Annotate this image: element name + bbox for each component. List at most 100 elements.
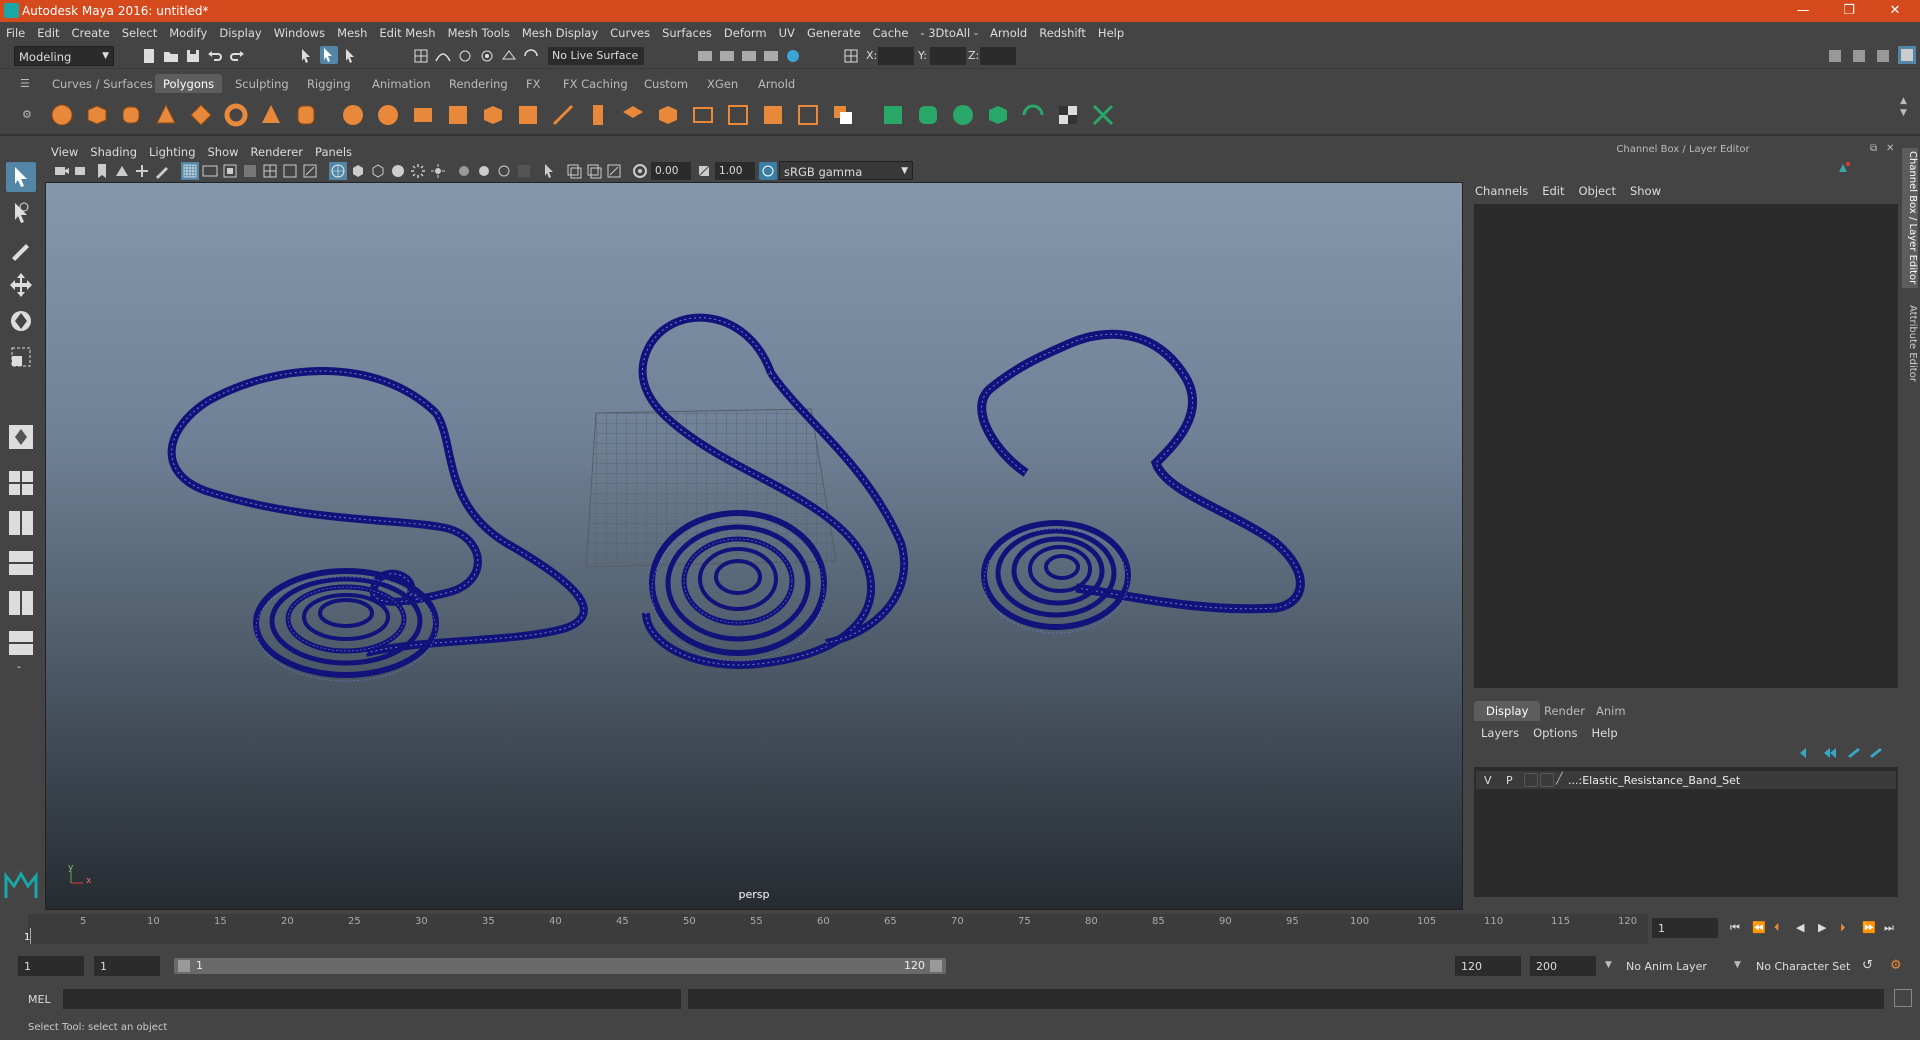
select-component-icon[interactable] [342, 47, 360, 65]
layer-color-swatch[interactable] [1540, 773, 1554, 787]
tab-channel-box-layer-editor[interactable]: Channel Box / Layer Editor [1902, 148, 1918, 288]
shelf-menu-icon[interactable]: ☰ [20, 77, 30, 90]
layer-name[interactable]: ...:Elastic_Resistance_Band_Set [1568, 774, 1740, 787]
textured-icon[interactable] [389, 162, 407, 180]
move-layer-down-icon[interactable] [1822, 746, 1838, 760]
persp-outliner-layout-icon[interactable] [6, 548, 36, 578]
view-transform-dropdown[interactable]: sRGB gamma ▼ [779, 161, 913, 180]
tab-fx[interactable]: FX [518, 74, 549, 93]
channel-object-menu[interactable]: Object [1572, 184, 1623, 198]
viewport-menu-view[interactable]: View [45, 142, 84, 159]
uv-checker-icon[interactable] [1055, 102, 1081, 128]
menu-edit[interactable]: Edit [31, 22, 65, 40]
new-empty-layer-icon[interactable] [1846, 746, 1862, 760]
current-frame-field[interactable]: 1 [1652, 918, 1718, 938]
chevron-down-icon[interactable]: ▼ [1734, 960, 1741, 970]
tab-fx-caching[interactable]: FX Caching [555, 74, 636, 93]
menu-help[interactable]: Help [1092, 22, 1130, 40]
grease-pencil-icon[interactable] [153, 162, 171, 180]
film-gate-icon[interactable] [201, 162, 219, 180]
layer-display-type-toggle[interactable] [1524, 773, 1538, 787]
tool-settings-toggle-icon[interactable] [1874, 47, 1892, 65]
xray-joints-icon[interactable] [605, 162, 623, 180]
multisample-aa-icon[interactable] [495, 162, 513, 180]
undo-icon[interactable] [206, 47, 224, 65]
menu-redshift[interactable]: Redshift [1033, 22, 1092, 40]
layers-menu[interactable]: Layers [1474, 726, 1526, 740]
menu-generate[interactable]: Generate [801, 22, 867, 40]
color-management-icon[interactable] [759, 162, 777, 180]
bridge-icon[interactable] [550, 102, 576, 128]
four-view-layout-icon[interactable] [6, 468, 36, 498]
tab-polygons[interactable]: Polygons [155, 74, 223, 93]
image-plane-icon[interactable] [113, 162, 131, 180]
combine-icon[interactable] [340, 102, 366, 128]
render-settings-icon[interactable] [762, 47, 780, 65]
range-end-handle[interactable] [930, 960, 942, 972]
poly-cube-icon[interactable] [84, 102, 110, 128]
redo-icon[interactable] [228, 47, 246, 65]
transform-constraint-icon[interactable] [842, 47, 860, 65]
snap-surface-icon[interactable] [500, 47, 518, 65]
range-bar[interactable]: 1 120 [174, 958, 946, 974]
extrude-icon[interactable] [480, 102, 506, 128]
tab-arnold[interactable]: Arnold [750, 74, 803, 93]
wireframe-shading-icon[interactable] [329, 162, 347, 180]
open-scene-icon[interactable] [162, 47, 180, 65]
shelf-options-icon[interactable]: ⚙ [22, 108, 32, 121]
bevel-icon[interactable] [515, 102, 541, 128]
play-forwards-icon[interactable]: ▶ [1818, 921, 1826, 934]
poly-pipe-icon[interactable] [293, 102, 319, 128]
camera-attributes-icon[interactable] [73, 162, 91, 180]
motion-blur-icon[interactable] [475, 162, 493, 180]
poly-plane-icon[interactable] [188, 102, 214, 128]
time-ruler[interactable]: 1 5 10 15 20 25 30 35 40 45 50 55 60 65 … [24, 914, 1648, 944]
menu-curves[interactable]: Curves [604, 22, 656, 40]
snap-live-icon[interactable] [522, 47, 540, 65]
isolate-select-icon[interactable] [541, 162, 559, 180]
uv-layout-icon[interactable] [1020, 102, 1046, 128]
menu-display[interactable]: Display [213, 22, 267, 40]
render-view-icon[interactable] [696, 47, 714, 65]
xray-active-components-icon[interactable] [585, 162, 603, 180]
separate-icon[interactable] [375, 102, 401, 128]
smooth-icon[interactable] [445, 102, 471, 128]
channel-box-toggle-icon[interactable] [1898, 46, 1916, 64]
insert-edge-loop-icon[interactable] [690, 102, 716, 128]
channel-box-settings-icon[interactable] [1836, 160, 1852, 176]
planar-uv-icon[interactable] [880, 102, 906, 128]
camera-select-icon[interactable] [53, 162, 71, 180]
menu-set-dropdown[interactable]: Modeling ▼ [14, 46, 114, 66]
menu-mesh-display[interactable]: Mesh Display [516, 22, 604, 40]
channels-menu[interactable]: Channels [1468, 184, 1535, 198]
minimize-button[interactable]: — [1780, 0, 1826, 22]
layer-help-menu[interactable]: Help [1584, 726, 1624, 740]
step-forward-key-icon[interactable]: ⏵ [1840, 921, 1846, 935]
x-coordinate-field[interactable] [878, 47, 914, 65]
exposure-field[interactable]: 0.00 [651, 162, 691, 180]
auto-key-icon[interactable]: ↺ [1862, 958, 1873, 973]
new-scene-icon[interactable] [140, 47, 158, 65]
modeling-toolkit-icon[interactable] [1826, 47, 1844, 65]
move-layer-up-icon[interactable] [1798, 746, 1814, 760]
go-to-start-icon[interactable]: ⏮ [1730, 921, 1740, 935]
channel-box-area[interactable] [1474, 204, 1898, 688]
tab-display[interactable]: Display [1474, 701, 1541, 721]
play-backwards-icon[interactable]: ◀ [1796, 921, 1804, 934]
script-language-label[interactable]: MEL [28, 993, 51, 1006]
menu-file[interactable]: File [0, 22, 31, 40]
hypershade-layout-icon[interactable] [6, 628, 36, 658]
multi-cut-icon[interactable] [585, 102, 611, 128]
z-coordinate-field[interactable] [980, 47, 1016, 65]
script-editor-icon[interactable] [1894, 989, 1912, 1007]
render-current-icon[interactable] [718, 47, 736, 65]
menu-mesh[interactable]: Mesh [331, 22, 373, 40]
scene-end-field[interactable]: 200 [1530, 956, 1596, 976]
menu-deform[interactable]: Deform [718, 22, 773, 40]
playback-start-field[interactable]: 1 [94, 956, 160, 976]
menu-edit-mesh[interactable]: Edit Mesh [373, 22, 441, 40]
layer-row[interactable]: V P ╱ ...:Elastic_Resistance_Band_Set [1476, 771, 1896, 789]
viewport-menu-show[interactable]: Show [202, 142, 245, 159]
ipr-render-icon[interactable] [740, 47, 758, 65]
select-hierarchy-icon[interactable] [298, 47, 316, 65]
